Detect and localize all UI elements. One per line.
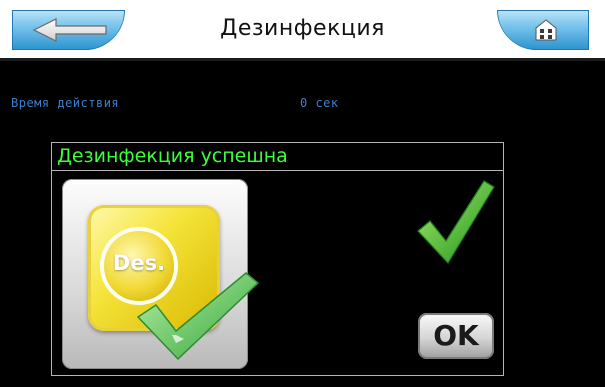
- disinfection-badge: Des.: [88, 205, 260, 361]
- time-value: 0 сек: [300, 96, 339, 110]
- disinfection-tile: Des.: [62, 179, 260, 369]
- screen: Дезинфекция Время действия 0 сек Дезинфе…: [0, 0, 605, 387]
- home-icon: [535, 19, 557, 41]
- home-button[interactable]: [497, 10, 589, 50]
- tile-checkmark-icon: [136, 272, 260, 361]
- checkmark-icon: [417, 180, 495, 264]
- dialog-title-bar: Дезинфекция успешна: [52, 143, 503, 171]
- header-divider: [0, 58, 605, 61]
- ok-button[interactable]: OK: [418, 313, 494, 359]
- success-dialog: Дезинфекция успешна Des. OK: [51, 142, 504, 376]
- time-label: Время действия: [11, 96, 120, 110]
- header-bar: Дезинфекция: [0, 0, 605, 61]
- dialog-title: Дезинфекция успешна: [57, 145, 288, 167]
